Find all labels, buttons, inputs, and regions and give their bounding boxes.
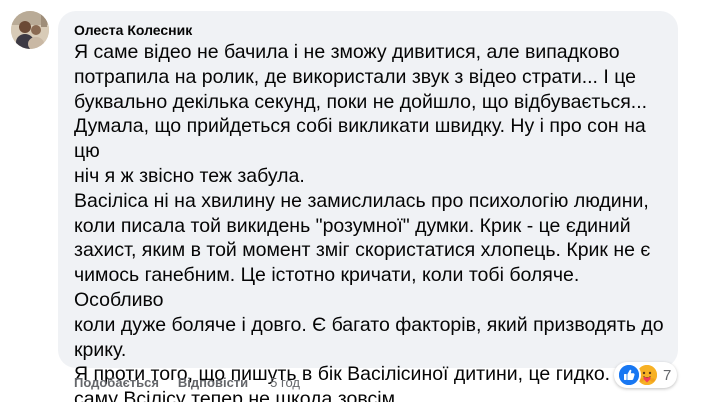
- reply-button[interactable]: Відповісти: [178, 375, 248, 390]
- avatar-photo-icon: [11, 11, 49, 49]
- comment-bubble: Олеста Колесник Я саме відео не бачила і…: [58, 11, 678, 402]
- reactions-summary[interactable]: 7: [614, 362, 678, 388]
- comment-author-name[interactable]: Олеста Колесник: [74, 21, 666, 39]
- comment-actions: Подобається Відповісти 5 год: [74, 375, 300, 390]
- comment-screenshot: Олеста Колесник Я саме відео не бачила і…: [0, 0, 723, 402]
- comment-timestamp[interactable]: 5 год: [270, 375, 300, 390]
- reaction-count: 7: [663, 366, 672, 384]
- like-reaction-icon: [617, 363, 641, 387]
- like-button[interactable]: Подобається: [74, 375, 159, 390]
- comment-text: Я саме відео не бачила і не зможу дивити…: [74, 41, 664, 402]
- avatar[interactable]: [11, 11, 49, 49]
